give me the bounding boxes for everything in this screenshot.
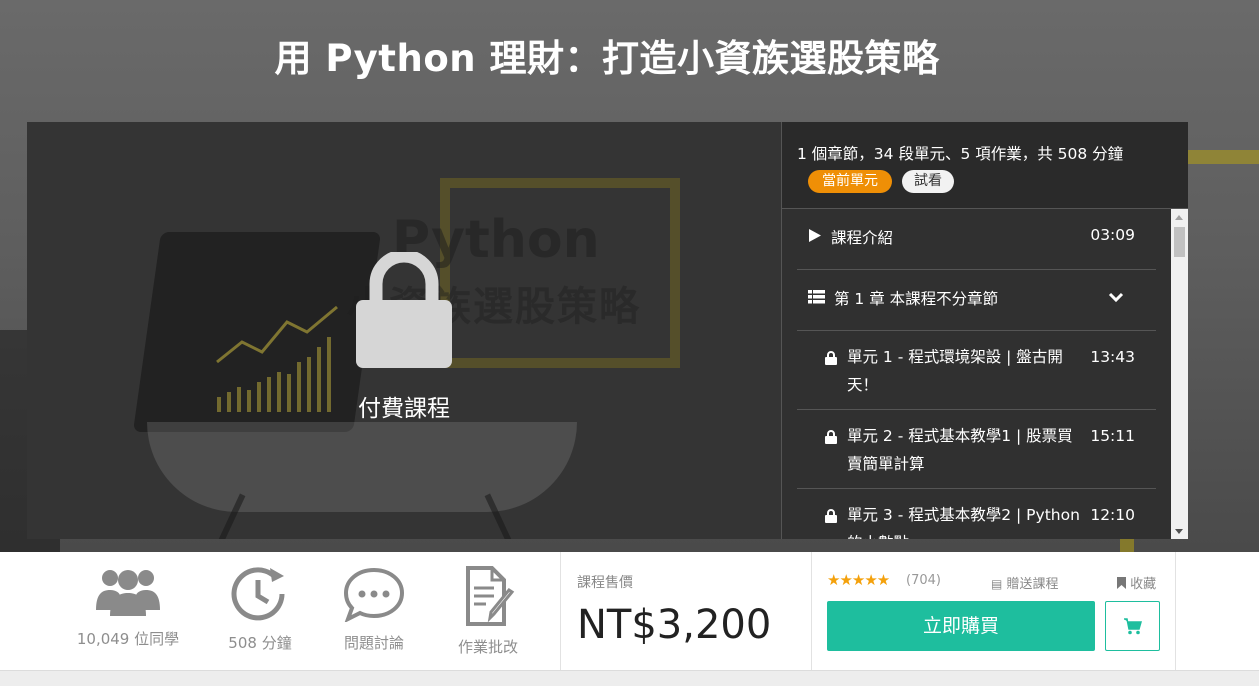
curriculum-summary: 1 個章節，34 段單元、5 項作業，共 508 分鐘 (797, 145, 1124, 163)
lock-icon (825, 351, 837, 365)
lock-icon (356, 252, 452, 368)
chevron-down-icon[interactable] (1108, 292, 1124, 303)
video-player[interactable]: Python 小資族選股策略 付費課程 (27, 122, 781, 539)
homework-icon (466, 566, 515, 626)
curriculum-unit-3[interactable]: 單元 3 - 程式基本教學2 | Python 的小數點 12:10 (797, 489, 1156, 539)
course-title: 用 Python 理財：打造小資族選股策略 (274, 37, 940, 80)
gift-course-label: 贈送課程 (1006, 577, 1059, 592)
unit-duration: 13:43 (1090, 348, 1135, 366)
rating-count: (704) (906, 573, 941, 588)
stat-homework-label: 作業批改 (457, 638, 518, 656)
scroll-down-arrow[interactable] (1175, 529, 1183, 534)
bookmark-icon (1117, 577, 1126, 589)
info-divider (1175, 552, 1176, 670)
scroll-thumb[interactable] (1174, 227, 1185, 257)
rating-stars: ★★★★★ (827, 571, 890, 589)
stat-students: 10,049 位同學 (68, 566, 188, 649)
cart-icon (1124, 618, 1142, 635)
curriculum-unit-2[interactable]: 單元 2 - 程式基本教學1 | 股票買賣簡單計算 15:11 (797, 410, 1156, 489)
paid-course-label: 付費課程 (358, 396, 450, 422)
curriculum-item-duration: 03:09 (1090, 226, 1135, 244)
info-divider (811, 552, 812, 670)
lock-icon (825, 430, 837, 444)
add-to-cart-button[interactable] (1105, 601, 1160, 651)
curriculum-unit-1[interactable]: 單元 1 - 程式環境架設 | 盤古開天！ 13:43 (797, 331, 1156, 410)
stat-discussion: 問題討論 (314, 566, 434, 653)
page-bottom-strip (0, 670, 1259, 686)
curriculum-chapter-1[interactable]: 第 1 章 本課程不分章節 (797, 270, 1156, 331)
gift-course-link[interactable]: ▤ 贈送課程 (991, 573, 1059, 592)
lock-icon (825, 509, 837, 523)
scroll-up-arrow[interactable] (1175, 215, 1183, 220)
list-icon (808, 290, 825, 304)
chat-icon (343, 567, 405, 622)
unit-label: 單元 1 - 程式環境架設 | 盤古開天！ (847, 348, 1063, 394)
curriculum-scrollbar[interactable] (1171, 209, 1188, 539)
course-info-bar: 10,049 位同學 508 分鐘 問題討論 作業批改 課程售價 NT$3,20… (0, 552, 1259, 670)
curriculum-item-intro[interactable]: 課程介紹 03:09 (797, 209, 1156, 270)
curriculum-item-label: 課程介紹 (831, 229, 894, 247)
unit-duration: 15:11 (1090, 427, 1135, 445)
stat-homework: 作業批改 (428, 566, 548, 657)
stat-discussion-label: 問題討論 (343, 634, 404, 652)
current-unit-badge: 當前單元 (808, 170, 892, 193)
unit-duration: 12:10 (1090, 506, 1135, 524)
course-price: NT$3,200 (577, 602, 772, 648)
gift-icon: ▤ (991, 577, 1003, 591)
play-icon (809, 229, 821, 242)
clock-icon (231, 567, 285, 621)
preview-badge: 試看 (902, 170, 954, 193)
info-divider (560, 552, 561, 670)
price-label: 課程售價 (577, 575, 633, 591)
stat-duration-label: 508 分鐘 (228, 634, 292, 652)
users-icon (96, 570, 160, 616)
unit-label: 單元 2 - 程式基本教學1 | 股票買賣簡單計算 (847, 427, 1073, 473)
unit-label: 單元 3 - 程式基本教學2 | Python 的小數點 (847, 506, 1080, 539)
chapter-label: 第 1 章 本課程不分章節 (834, 290, 999, 308)
favorite-label: 收藏 (1130, 577, 1157, 592)
curriculum-panel: 1 個章節，34 段單元、5 項作業，共 508 分鐘 當前單元 試看 課程介紹… (781, 122, 1188, 539)
curriculum-header: 1 個章節，34 段單元、5 項作業，共 508 分鐘 當前單元 試看 (782, 122, 1188, 208)
stat-duration: 508 分鐘 (200, 566, 320, 653)
stat-students-label: 10,049 位同學 (76, 630, 180, 648)
buy-now-button[interactable]: 立即購買 (827, 601, 1095, 651)
hero-banner: 用 Python 理財：打造小資族選股策略 Python 小資族選股策略 付費課… (0, 0, 1259, 552)
curriculum-list[interactable]: 課程介紹 03:09 第 1 章 本課程不分章節 單元 1 - 程式環境架設 |… (782, 208, 1188, 539)
favorite-link[interactable]: 收藏 (1117, 573, 1156, 592)
